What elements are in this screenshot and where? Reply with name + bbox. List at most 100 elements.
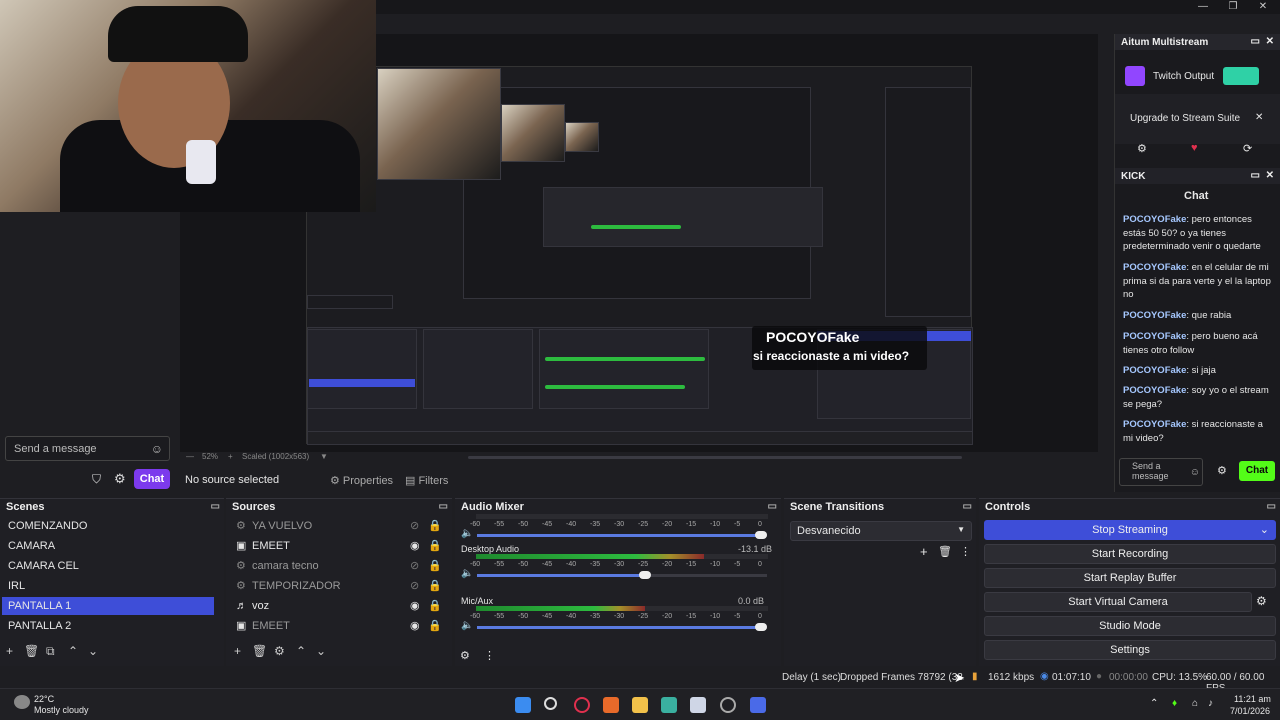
move-up-icon[interactable]: ⌃ xyxy=(68,644,78,658)
kick-send-message-input[interactable]: Send a message ☺ xyxy=(1119,458,1203,486)
float-icon[interactable]: ▭ xyxy=(1267,501,1276,512)
volume-slider-knob[interactable] xyxy=(755,531,767,539)
chat-button[interactable]: Chat xyxy=(134,469,170,489)
lock-icon[interactable]: 🔒 xyxy=(428,577,442,595)
search-icon[interactable] xyxy=(544,697,557,710)
folder-icon[interactable] xyxy=(632,697,648,713)
stop-streaming-button[interactable]: Stop Streaming ⌄ xyxy=(984,520,1276,540)
store-icon[interactable] xyxy=(661,697,677,713)
start-replay-buffer-button[interactable]: Start Replay Buffer xyxy=(984,568,1276,588)
filter-icon[interactable]: ⧉ xyxy=(46,644,55,659)
eye-hidden-icon[interactable]: ⊘ xyxy=(410,557,419,575)
app-icon-white[interactable] xyxy=(690,697,706,713)
volume-slider-knob[interactable] xyxy=(755,623,767,631)
tray-app-icon[interactable]: ♦ xyxy=(1172,698,1177,709)
emoji-icon[interactable]: ☺ xyxy=(151,442,163,456)
source-item[interactable]: ▣ EMEET ◉ 🔒 xyxy=(228,617,448,635)
scene-item[interactable]: CAMARA CEL xyxy=(2,557,214,575)
scene-item[interactable]: PANTALLA 2 xyxy=(2,617,214,635)
close-icon[interactable]: ✕ xyxy=(1252,0,1274,14)
chevron-down-icon[interactable]: ⌄ xyxy=(1260,521,1269,539)
close-icon[interactable]: ✕ xyxy=(1266,170,1274,181)
float-icon[interactable]: ▭ xyxy=(1251,170,1260,181)
refresh-icon[interactable]: ⟳ xyxy=(1243,142,1252,155)
scene-item[interactable]: COMENZANDO xyxy=(2,517,214,535)
studio-mode-button[interactable]: Studio Mode xyxy=(984,616,1276,636)
settings-button[interactable]: Settings xyxy=(984,640,1276,660)
obs-icon[interactable] xyxy=(720,697,736,713)
add-icon[interactable]: + xyxy=(920,544,928,559)
lock-icon[interactable]: 🔒 xyxy=(428,537,442,555)
eye-icon[interactable]: ◉ xyxy=(410,537,420,555)
volume-icon[interactable]: 🔈 xyxy=(461,528,473,539)
filters-button[interactable]: ▤ Filters xyxy=(405,474,448,487)
trash-icon[interactable]: 🗑 xyxy=(252,644,267,658)
zoom-out-icon[interactable]: — xyxy=(186,452,194,461)
emoji-icon[interactable]: ☺ xyxy=(1190,467,1200,478)
eye-hidden-icon[interactable]: ⊘ xyxy=(410,577,419,595)
move-down-icon[interactable]: ⌄ xyxy=(88,644,98,658)
trash-icon[interactable]: 🗑 xyxy=(938,545,952,558)
float-icon[interactable]: ▭ xyxy=(768,501,777,512)
mixer-settings-icon[interactable]: ⚙ xyxy=(460,649,470,662)
float-icon[interactable]: ▭ xyxy=(1251,36,1260,47)
source-item[interactable]: ♬ voz ◉ 🔒 xyxy=(228,597,448,615)
lock-icon[interactable]: 🔒 xyxy=(428,557,442,575)
source-item[interactable]: ▣ EMEET ◉ 🔒 xyxy=(228,537,448,555)
app-icon-blue[interactable] xyxy=(750,697,766,713)
more-icon[interactable]: ⋮ xyxy=(484,649,495,662)
more-icon[interactable]: ⋮ xyxy=(960,545,971,558)
source-item[interactable]: ⚙ TEMPORIZADOR ⊘ 🔒 xyxy=(228,577,448,595)
close-icon[interactable]: ✕ xyxy=(1266,36,1274,47)
float-icon[interactable]: ▭ xyxy=(211,501,220,512)
settings-icon[interactable]: ⚙ xyxy=(1137,142,1147,155)
virtual-camera-settings-icon[interactable]: ⚙ xyxy=(1256,594,1267,608)
gear-icon[interactable]: ⚙ xyxy=(274,644,285,658)
float-icon[interactable]: ▭ xyxy=(963,501,972,512)
opera-icon[interactable] xyxy=(574,697,590,713)
shield-icon[interactable]: ⛉ xyxy=(92,472,101,487)
transition-select[interactable]: Desvanecido ▼ xyxy=(790,521,972,541)
restore-icon[interactable]: ❐ xyxy=(1222,0,1244,14)
volume-slider-knob[interactable] xyxy=(639,571,651,579)
app-icon-orange[interactable] xyxy=(603,697,619,713)
properties-button[interactable]: ⚙ Properties xyxy=(330,474,393,487)
twitch-output-toggle[interactable] xyxy=(1223,67,1259,85)
eye-icon[interactable]: ◉ xyxy=(410,617,420,635)
float-icon[interactable]: ▭ xyxy=(439,501,448,512)
zoom-in-icon[interactable]: + xyxy=(228,452,233,461)
move-up-icon[interactable]: ⌃ xyxy=(296,644,306,658)
network-icon[interactable]: ⌂ xyxy=(1192,698,1198,709)
gear-icon[interactable]: ⚙ xyxy=(114,471,126,487)
heart-icon[interactable]: ♥ xyxy=(1191,142,1198,154)
minimize-icon[interactable]: — xyxy=(1192,0,1214,14)
source-item[interactable]: ⚙ YA VUELVO ⊘ 🔒 xyxy=(228,517,448,535)
send-message-input[interactable]: Send a message ☺ xyxy=(5,436,170,461)
dismiss-icon[interactable]: ✕ xyxy=(1255,112,1263,123)
upgrade-button[interactable]: Upgrade to Stream Suite xyxy=(1130,113,1240,124)
kick-chat-button[interactable]: Chat xyxy=(1239,461,1275,481)
lock-icon[interactable]: 🔒 xyxy=(428,597,442,615)
add-icon[interactable]: + xyxy=(234,644,241,658)
source-item[interactable]: ⚙ camara tecno ⊘ 🔒 xyxy=(228,557,448,575)
volume-icon[interactable]: 🔈 xyxy=(461,620,473,631)
start-recording-button[interactable]: Start Recording xyxy=(984,544,1276,564)
eye-hidden-icon[interactable]: ⊘ xyxy=(410,517,419,535)
trash-icon[interactable]: 🗑 xyxy=(24,644,39,658)
preview-scrollbar[interactable] xyxy=(468,456,962,459)
move-down-icon[interactable]: ⌄ xyxy=(316,644,326,658)
add-icon[interactable]: + xyxy=(6,644,13,658)
scene-item[interactable]: IRL xyxy=(2,577,214,595)
scene-item-selected[interactable]: PANTALLA 1 xyxy=(2,597,214,615)
tray-chevron-icon[interactable]: ⌃ xyxy=(1150,698,1158,709)
gear-icon[interactable]: ⚙ xyxy=(1217,464,1227,477)
windows-start-icon[interactable] xyxy=(515,697,531,713)
start-virtual-camera-button[interactable]: Start Virtual Camera xyxy=(984,592,1252,612)
volume-icon[interactable]: ♪ xyxy=(1208,698,1213,709)
lock-icon[interactable]: 🔒 xyxy=(428,617,442,635)
scene-item[interactable]: CAMARA xyxy=(2,537,214,555)
lock-icon[interactable]: 🔒 xyxy=(428,517,442,535)
dropdown-icon[interactable]: ▼ xyxy=(320,452,328,461)
eye-icon[interactable]: ◉ xyxy=(410,597,420,615)
volume-icon[interactable]: 🔈 xyxy=(461,568,473,579)
